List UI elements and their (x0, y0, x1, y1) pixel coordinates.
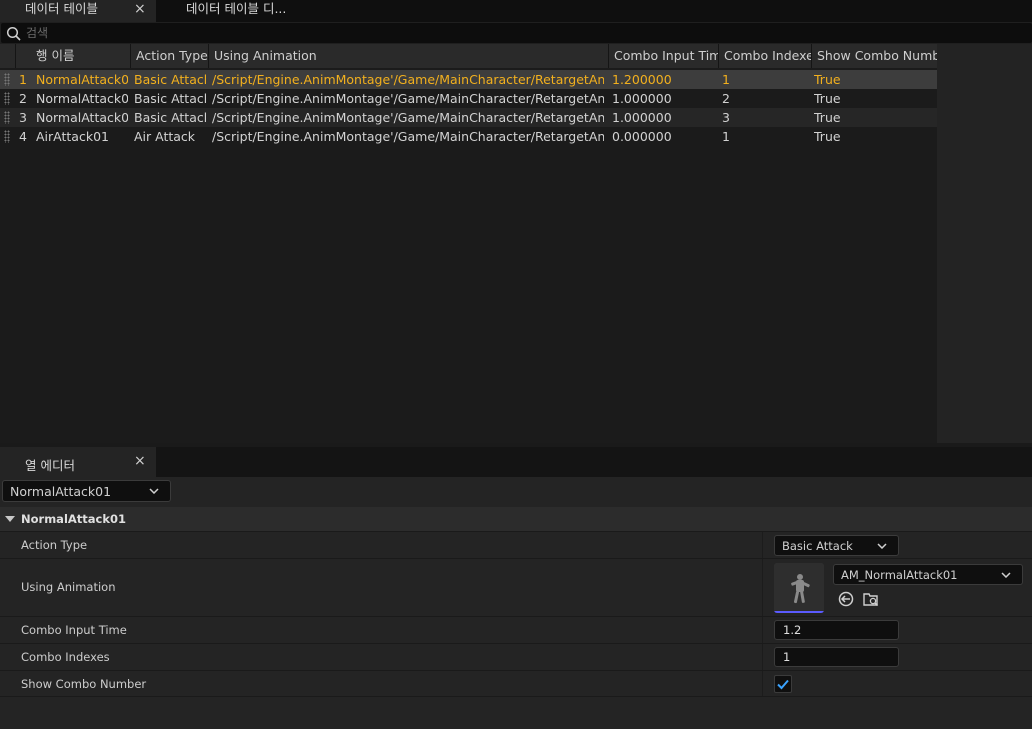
chevron-down-icon (877, 543, 887, 549)
prop-row-combo-indexes: Combo Indexes (0, 643, 1032, 670)
row-number: 2 (19, 91, 27, 106)
show-combo-number-checkbox[interactable] (774, 675, 792, 693)
search-box[interactable] (1, 23, 1032, 43)
row-show-combo-number: True (814, 110, 841, 125)
column-divider (762, 617, 763, 643)
table-empty-gutter (937, 44, 1032, 443)
prop-row-action-type: Action Type Basic Attack (0, 531, 1032, 558)
row-editor-panel: NormalAttack01 NormalAttack01 Action Typ… (0, 477, 1032, 729)
use-selected-asset-icon[interactable] (837, 590, 855, 608)
search-icon (6, 26, 21, 41)
column-divider (762, 559, 763, 616)
search-input[interactable] (26, 25, 1006, 41)
row-action-type: Basic Attack (134, 110, 206, 125)
drag-handle-icon[interactable] (4, 130, 10, 143)
column-header-combo-indexes[interactable]: Combo Indexes (718, 44, 811, 68)
column-header-using-animation[interactable]: Using Animation (208, 44, 608, 68)
column-header-combo-input-time[interactable]: Combo Input Time (608, 44, 718, 68)
row-combo-indexes: 3 (722, 110, 730, 125)
row-selector-dropdown[interactable]: NormalAttack01 (2, 480, 171, 502)
table-row[interactable]: 2 NormalAttack02 Basic Attack /Script/En… (0, 89, 937, 108)
column-header-action-type[interactable]: Action Type (130, 44, 208, 68)
column-divider (762, 644, 763, 670)
data-table: 행 이름 Action Type Using Animation Combo I… (0, 44, 1032, 443)
column-header-row-name[interactable]: 행 이름 (15, 44, 130, 68)
row-number: 1 (19, 72, 27, 87)
row-name: NormalAttack01 (36, 72, 128, 87)
column-divider (762, 532, 763, 558)
prop-label-show-combo-number: Show Combo Number (21, 677, 147, 691)
column-header-show-combo-number[interactable]: Show Combo Number (811, 44, 937, 68)
prop-row-using-animation: Using Animation AM_NormalAttack01 (0, 558, 1032, 616)
action-type-value: Basic Attack (782, 539, 853, 553)
prop-label-using-animation: Using Animation (21, 580, 116, 594)
tab-data-table[interactable]: 데이터 테이블 × (0, 0, 156, 22)
tab-data-table-details[interactable]: 데이터 테이블 디... (160, 0, 300, 22)
row-using-animation: /Script/Engine.AnimMontage'/Game/MainCha… (212, 129, 604, 144)
row-action-type: Basic Attack (134, 72, 206, 87)
browse-asset-icon[interactable] (862, 590, 880, 608)
close-icon[interactable]: × (134, 453, 146, 469)
tab-data-table-details-label: 데이터 테이블 디... (186, 1, 287, 16)
row-combo-input-time: 0.000000 (612, 129, 672, 144)
row-show-combo-number: True (814, 72, 841, 87)
row-combo-input-time: 1.000000 (612, 91, 672, 106)
section-title: NormalAttack01 (21, 512, 127, 526)
row-combo-input-time: 1.200000 (612, 72, 672, 87)
combo-indexes-field[interactable] (774, 647, 899, 667)
table-row[interactable]: 1 NormalAttack01 Basic Attack /Script/En… (0, 70, 937, 89)
row-using-animation: /Script/Engine.AnimMontage'/Game/MainCha… (212, 72, 604, 87)
row-name: NormalAttack02 (36, 91, 128, 106)
drag-handle-icon[interactable] (4, 111, 10, 124)
table-row[interactable]: 3 NormalAttack03 Basic Attack /Script/En… (0, 108, 937, 127)
section-header[interactable]: NormalAttack01 (0, 507, 1032, 531)
row-action-type: Air Attack (134, 129, 196, 144)
row-combo-input-time: 1.000000 (612, 110, 672, 125)
drag-handle-icon[interactable] (4, 92, 10, 105)
row-action-type: Basic Attack (134, 91, 206, 106)
column-header-index (0, 44, 14, 68)
table-row[interactable]: 4 AirAttack01 Air Attack /Script/Engine.… (0, 127, 937, 146)
chevron-down-icon (149, 488, 159, 494)
tab-data-table-label: 데이터 테이블 (25, 1, 98, 16)
drag-handle-icon[interactable] (4, 73, 10, 86)
asset-type-bar (774, 611, 824, 613)
animation-asset-dropdown[interactable]: AM_NormalAttack01 (833, 564, 1023, 585)
prop-label-combo-indexes: Combo Indexes (21, 650, 110, 664)
row-show-combo-number: True (814, 129, 841, 144)
table-header: 행 이름 Action Type Using Animation Combo I… (0, 44, 937, 68)
column-divider (762, 671, 763, 696)
animation-thumbnail[interactable] (774, 563, 824, 613)
combo-indexes-input[interactable] (783, 650, 883, 664)
chevron-down-icon (1001, 572, 1011, 578)
row-combo-indexes: 2 (722, 91, 730, 106)
prop-label-combo-input-time: Combo Input Time (21, 623, 127, 637)
collapse-arrow-icon[interactable] (5, 516, 15, 522)
row-editor-tab-bar: 열 에디터 × (0, 447, 1032, 477)
animation-asset-value: AM_NormalAttack01 (841, 568, 958, 582)
combo-input-time-field[interactable] (774, 620, 899, 640)
row-number: 4 (19, 129, 27, 144)
row-selector-value: NormalAttack01 (10, 484, 112, 499)
search-bar (0, 22, 1032, 44)
tab-row-editor-label: 열 에디터 (25, 458, 75, 473)
row-using-animation: /Script/Engine.AnimMontage'/Game/MainCha… (212, 110, 604, 125)
row-number: 3 (19, 110, 27, 125)
character-pose-icon (774, 563, 824, 613)
action-type-dropdown[interactable]: Basic Attack (774, 535, 899, 556)
checkmark-icon (777, 679, 789, 690)
tab-row-editor[interactable]: 열 에디터 × (0, 447, 156, 477)
document-tab-bar: 데이터 테이블 × 데이터 테이블 디... (0, 0, 1032, 22)
row-name: NormalAttack03 (36, 110, 128, 125)
prop-row-combo-input-time: Combo Input Time (0, 616, 1032, 643)
row-name: AirAttack01 (36, 129, 109, 144)
row-show-combo-number: True (814, 91, 841, 106)
prop-label-action-type: Action Type (21, 538, 88, 552)
row-combo-indexes: 1 (722, 72, 730, 87)
close-icon[interactable]: × (134, 0, 146, 18)
row-combo-indexes: 1 (722, 129, 730, 144)
combo-input-time-input[interactable] (783, 623, 883, 637)
prop-row-show-combo-number: Show Combo Number (0, 670, 1032, 697)
row-using-animation: /Script/Engine.AnimMontage'/Game/MainCha… (212, 91, 604, 106)
